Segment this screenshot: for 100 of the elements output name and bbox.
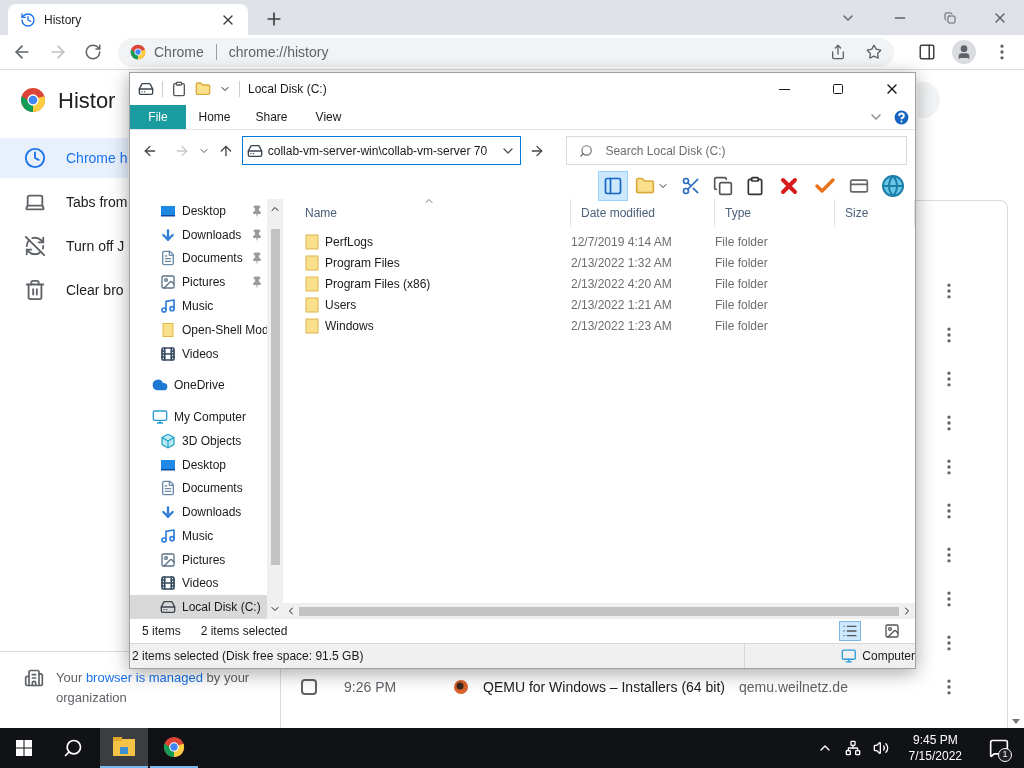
managed-notice: Your browser is managed by your organization: [56, 669, 251, 707]
nav-item[interactable]: Pictures: [130, 547, 268, 572]
type-cell-text: File folder: [715, 233, 769, 251]
speech-bubble-icon: [989, 738, 1009, 758]
nav-label: Documents: [182, 480, 244, 498]
nav-item[interactable]: Pictures: [130, 270, 268, 295]
ribbon-tab[interactable]: View: [300, 105, 357, 129]
maximize-icon: [832, 83, 844, 95]
address-bar[interactable]: Chrome chrome://history: [118, 37, 894, 67]
sidebar-item[interactable]: Turn off J: [0, 226, 128, 266]
sidebar-item[interactable]: Tabs from: [0, 182, 128, 222]
nav-item[interactable]: Videos: [130, 571, 268, 596]
column-header[interactable]: Name: [295, 199, 571, 227]
sidebar-item[interactable]: Clear bro: [0, 270, 128, 310]
volume-icon[interactable]: [872, 740, 889, 756]
nav-label: Desktop: [182, 202, 228, 220]
status-location: Computer: [862, 648, 915, 665]
film-icon: [160, 575, 176, 592]
item-count: 5 items: [142, 623, 181, 640]
nav-item[interactable]: OneDrive: [130, 373, 268, 398]
share-icon[interactable]: [830, 44, 846, 60]
nav-item[interactable]: Videos: [130, 341, 268, 366]
nav-label: Videos: [182, 345, 220, 363]
notification-button[interactable]: 1: [982, 728, 1016, 768]
column-header[interactable]: Size: [835, 199, 915, 227]
file-row[interactable]: Program Files 2/13/2022 1:32 AM File folder: [283, 252, 915, 273]
taskbar-app[interactable]: [100, 728, 148, 768]
ribbon-tab[interactable]: Share: [243, 105, 300, 129]
ribbon-tab[interactable]: Home: [186, 105, 243, 129]
folder-icon: [305, 233, 319, 250]
restore-icon[interactable]: [944, 11, 956, 24]
sync-off-icon: [24, 235, 46, 257]
managed-link[interactable]: browser is managed: [85, 670, 203, 685]
copy-icon: [713, 176, 733, 196]
nav-item[interactable]: 3D Objects: [130, 428, 268, 453]
nav-item[interactable]: My Computer: [130, 405, 268, 429]
nav-item[interactable]: Open-Shell Mod: [130, 317, 268, 342]
notification-badge: 1: [998, 748, 1012, 762]
scissors-icon: [681, 176, 701, 196]
address-field[interactable]: collab-vm-server-win\collab-vm-server 70: [241, 136, 521, 165]
history-icon: [20, 11, 36, 28]
side-panel-icon[interactable]: [918, 43, 936, 61]
search-field[interactable]: Search Local Disk (C:): [566, 136, 907, 165]
file-name: PerfLogs: [325, 233, 374, 251]
chrome-logo-icon: [20, 87, 46, 113]
minimize-icon: [778, 88, 790, 90]
file-row[interactable]: PerfLogs 12/7/2019 4:14 AM File folder: [283, 231, 915, 252]
music-note-icon: [160, 298, 176, 314]
browser-tab[interactable]: History: [8, 4, 248, 35]
nav-item[interactable]: Music: [130, 294, 268, 318]
page-link[interactable]: QEMU for Windows – Installers (64 bit): [483, 676, 725, 698]
folder-icon: [635, 176, 655, 196]
nav-item[interactable]: Local Disk (C:): [130, 595, 268, 619]
nav-label: Music: [182, 298, 215, 315]
folder-icon: [160, 321, 176, 338]
reload-icon[interactable]: [84, 43, 102, 61]
row-checkbox[interactable]: [301, 679, 317, 695]
sidebar-item[interactable]: Chrome h: [0, 138, 128, 178]
nav-item[interactable]: Documents: [130, 476, 268, 501]
trash-icon: [24, 279, 46, 301]
file-row[interactable]: Windows 2/13/2022 1:23 AM File folder: [283, 315, 915, 336]
nav-item[interactable]: Downloads: [130, 500, 268, 524]
date-cell-text: 2/13/2022 1:21 AM: [571, 296, 673, 314]
nav-label: My Computer: [174, 409, 248, 426]
nav-item[interactable]: Desktop: [130, 452, 268, 477]
chrome-logo-icon: [163, 736, 185, 758]
status-text: 2 items selected (Disk free space: 91.5 GB): [131, 648, 365, 665]
search-icon: [579, 143, 594, 158]
profile-avatar[interactable]: [952, 40, 976, 64]
visit-time: 9:26 PM: [344, 677, 398, 697]
nav-label: Pictures: [182, 551, 227, 569]
network-icon[interactable]: [844, 740, 861, 756]
column-header[interactable]: Date modified: [571, 199, 715, 227]
search-field[interactable]: [918, 82, 940, 118]
picture-icon: [160, 274, 176, 291]
nav-scrollbar[interactable]: [267, 199, 283, 619]
nav-label: Desktop: [182, 456, 228, 474]
nav-item[interactable]: Downloads: [130, 222, 268, 247]
horizontal-scrollbar[interactable]: [283, 603, 915, 619]
nav-item[interactable]: Desktop: [130, 199, 268, 223]
monitor-icon: [840, 648, 857, 664]
folder-icon: [305, 275, 319, 292]
clock[interactable]: 9:45 PM 7/15/2022: [900, 732, 970, 764]
tab-title: History: [44, 11, 83, 29]
details-view-button[interactable]: [839, 621, 861, 641]
list-icon: [842, 623, 858, 639]
nav-item[interactable]: Music: [130, 524, 268, 548]
selection-count: 2 items selected: [200, 623, 288, 640]
file-name: Windows: [325, 317, 374, 335]
star-icon[interactable]: [866, 44, 882, 60]
monitor-icon: [152, 409, 168, 425]
nav-label: 3D Objects: [182, 432, 243, 450]
file-row[interactable]: Users 2/13/2022 1:21 AM File folder: [283, 294, 915, 315]
date-cell-text: 2/13/2022 1:32 AM: [571, 254, 673, 272]
help-icon[interactable]: [892, 107, 911, 127]
nav-item[interactable]: Documents: [130, 246, 268, 271]
scroll-down-icon[interactable]: [1012, 719, 1020, 724]
file-row[interactable]: Program Files (x86) 2/13/2022 4:20 AM File folder: [283, 273, 915, 294]
column-header[interactable]: Type: [715, 199, 835, 227]
url-text: chrome://history: [228, 42, 330, 62]
